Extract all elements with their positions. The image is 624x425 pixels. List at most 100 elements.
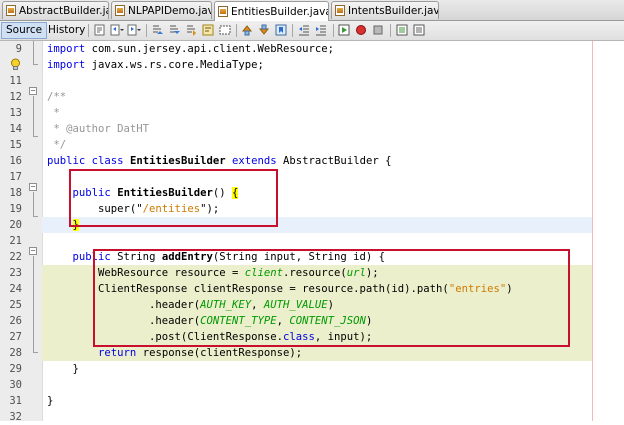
code-token: import <box>47 43 86 55</box>
method-body-highlight-box <box>93 249 570 347</box>
uncomment-icon[interactable] <box>413 24 425 36</box>
toolbar-separator <box>236 24 237 37</box>
tab-entitiesbuilder[interactable]: EntitiesBuilder.java × <box>214 1 329 21</box>
tab-label: IntentsBuilder.java <box>348 4 439 17</box>
code-token: response(clientResponse); <box>136 347 303 359</box>
code-text: } <box>47 361 79 377</box>
toggle-bookmark-icon[interactable] <box>275 24 287 36</box>
toolbar-separator <box>88 24 89 37</box>
code-text: import javax.ws.rs.core.MediaType; <box>47 57 264 73</box>
line-number: 13 <box>9 107 22 119</box>
line-number: 17 <box>9 171 22 183</box>
line-number: 23 <box>9 267 22 279</box>
toggle-rectangular-selection-icon[interactable] <box>219 24 231 36</box>
comment-icon[interactable] <box>396 24 408 36</box>
history-view-button[interactable]: History <box>44 22 89 39</box>
line-number: 14 <box>9 123 22 135</box>
line-number: 32 <box>9 411 22 423</box>
tab-label: NLPAPIDemo.java <box>128 4 212 17</box>
code-line[interactable]: 28 return response(clientResponse); <box>0 345 624 361</box>
stop-macro-icon[interactable] <box>372 24 384 36</box>
java-file-icon <box>115 5 125 16</box>
next-bookmark-icon[interactable] <box>258 24 270 36</box>
line-number: 9 <box>15 43 22 55</box>
line-number: 22 <box>9 251 22 263</box>
shift-right-icon[interactable] <box>315 24 327 36</box>
last-edit-icon[interactable] <box>94 24 106 36</box>
code-editor[interactable]: 32 31} 30 29 } 28 return response(clientResp… <box>0 41 624 423</box>
code-token: */ <box>47 139 67 151</box>
code-line[interactable]: 31} <box>0 393 624 409</box>
code-token: * @author DatHT <box>47 123 150 135</box>
fold-guide-end <box>33 64 38 65</box>
toggle-highlight-icon[interactable] <box>202 24 214 36</box>
line-number: 21 <box>9 235 22 247</box>
code-text: return response(clientResponse); <box>47 345 302 361</box>
fold-toggle-icon[interactable]: − <box>29 247 37 255</box>
fold-guide <box>33 96 34 136</box>
line-number: 18 <box>9 187 22 199</box>
code-line[interactable]: 11 <box>0 73 624 89</box>
fold-guide <box>33 256 34 352</box>
code-token: com.sun.jersey.api.client.WebResource; <box>85 43 335 55</box>
code-token: return <box>98 347 137 359</box>
tab-abstractbuilder[interactable]: AbstractBuilder.java × <box>2 1 109 19</box>
code-line[interactable]: import javax.ws.rs.core.MediaType; <box>0 57 624 73</box>
line-number: 27 <box>9 331 22 343</box>
tab-label: AbstractBuilder.java <box>19 4 108 17</box>
code-token: import <box>47 59 86 71</box>
fold-toggle-icon[interactable]: − <box>29 87 37 95</box>
start-macro-icon[interactable] <box>338 24 350 36</box>
find-previous-icon[interactable] <box>151 24 163 36</box>
record-macro-icon[interactable] <box>355 24 367 36</box>
find-next-icon[interactable] <box>168 24 180 36</box>
line-number: 25 <box>9 299 22 311</box>
code-line[interactable]: 21 <box>0 233 624 249</box>
tab-label: EntitiesBuilder.java <box>231 5 329 18</box>
code-line[interactable]: 12 /** <box>0 89 624 105</box>
line-number: 26 <box>9 315 22 327</box>
line-number: 24 <box>9 283 22 295</box>
code-token: } <box>47 395 54 407</box>
hint-lightbulb-icon[interactable] <box>9 58 22 71</box>
code-line[interactable]: 9 import com.sun.jersey.api.client.WebRes… <box>0 41 624 57</box>
code-line[interactable]: 32 <box>0 409 624 425</box>
code-token: extends <box>232 155 277 167</box>
line-number: 15 <box>9 139 22 151</box>
code-token: } <box>47 363 79 375</box>
code-line[interactable]: 15 */ <box>0 137 624 153</box>
code-text: import com.sun.jersey.api.client.WebReso… <box>47 41 334 57</box>
source-view-button[interactable]: Source <box>1 22 48 39</box>
tab-nlpapidemo[interactable]: NLPAPIDemo.java × <box>111 1 212 19</box>
code-token: public class <box>47 155 124 167</box>
code-line[interactable]: 16 public class EntitiesBuilder extends A… <box>0 153 624 169</box>
constructor-highlight-box <box>69 169 278 227</box>
java-file-icon <box>6 5 16 16</box>
code-line[interactable]: 13 * <box>0 105 624 121</box>
fold-toggle-icon[interactable]: − <box>29 183 37 191</box>
code-token: /** <box>47 91 67 103</box>
code-text: */ <box>47 137 66 153</box>
toolbar-separator <box>292 24 293 37</box>
line-number: 31 <box>9 395 22 407</box>
shift-left-icon[interactable] <box>298 24 310 36</box>
code-line[interactable]: 14 * @author DatHT <box>0 121 624 137</box>
find-selection-icon[interactable] <box>185 24 197 36</box>
fold-guide-end <box>33 352 38 353</box>
code-token: AbstractBuilder { <box>276 155 392 167</box>
toolbar-separator <box>333 24 334 37</box>
java-file-icon <box>218 6 228 17</box>
tab-intentsbuilder[interactable]: IntentsBuilder.java × <box>331 1 439 19</box>
code-text: public class EntitiesBuilder extends Abs… <box>47 153 391 169</box>
editor-toolbar: Source History <box>0 21 624 41</box>
java-file-icon <box>335 5 345 16</box>
code-line[interactable]: 29 } <box>0 361 624 377</box>
line-number: 29 <box>9 363 22 375</box>
previous-bookmark-icon[interactable] <box>241 24 253 36</box>
forward-dropdown-icon[interactable] <box>127 24 141 36</box>
code-line[interactable]: 30 <box>0 377 624 393</box>
back-dropdown-icon[interactable] <box>110 24 124 36</box>
line-number: 12 <box>9 91 22 103</box>
